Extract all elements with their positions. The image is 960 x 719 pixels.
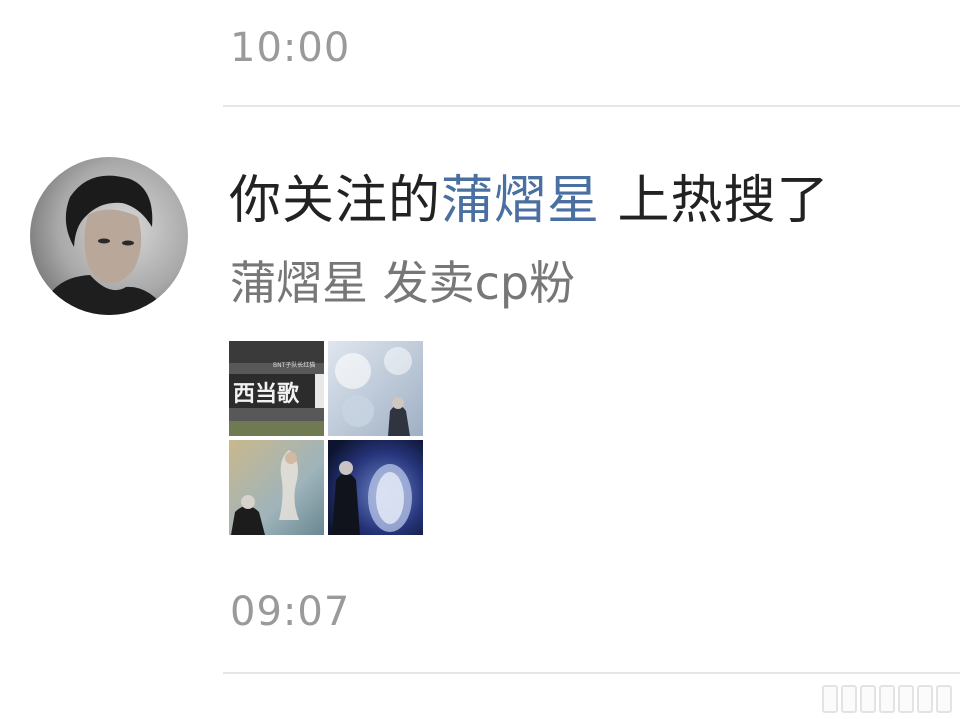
divider	[223, 672, 960, 674]
avatar[interactable]	[30, 157, 188, 315]
avatar-photo	[30, 157, 188, 315]
timestamp-bottom: 09:07	[230, 589, 351, 635]
thumbnail-image[interactable]	[328, 440, 423, 535]
thumbnail-image[interactable]: BNT子队长红猫 西当歌	[229, 341, 324, 436]
image-grid[interactable]: BNT子队长红猫 西当歌	[229, 341, 423, 535]
followed-user-link[interactable]: 蒲熠星	[441, 171, 600, 231]
thumbnail-image[interactable]	[229, 440, 324, 535]
notification-headline[interactable]: 你关注的蒲熠星 上热搜了	[229, 170, 830, 232]
thumbnail-caption: BNT子队长红猫	[273, 361, 315, 369]
divider	[223, 105, 960, 107]
thumbnail-banner-text: 西当歌	[233, 381, 300, 407]
timestamp-top: 10:00	[230, 25, 351, 71]
notification-page: 10:00 你关注的蒲熠星 上热搜了 蒲熠星 发卖cp粉 BNT子队长红猫 西当…	[0, 0, 960, 719]
watermark	[822, 685, 952, 713]
trending-topic[interactable]: 蒲熠星 发卖cp粉	[230, 255, 575, 311]
headline-prefix: 你关注的	[229, 171, 442, 231]
headline-suffix: 上热搜了	[600, 171, 830, 231]
thumbnail-image[interactable]	[328, 341, 423, 436]
